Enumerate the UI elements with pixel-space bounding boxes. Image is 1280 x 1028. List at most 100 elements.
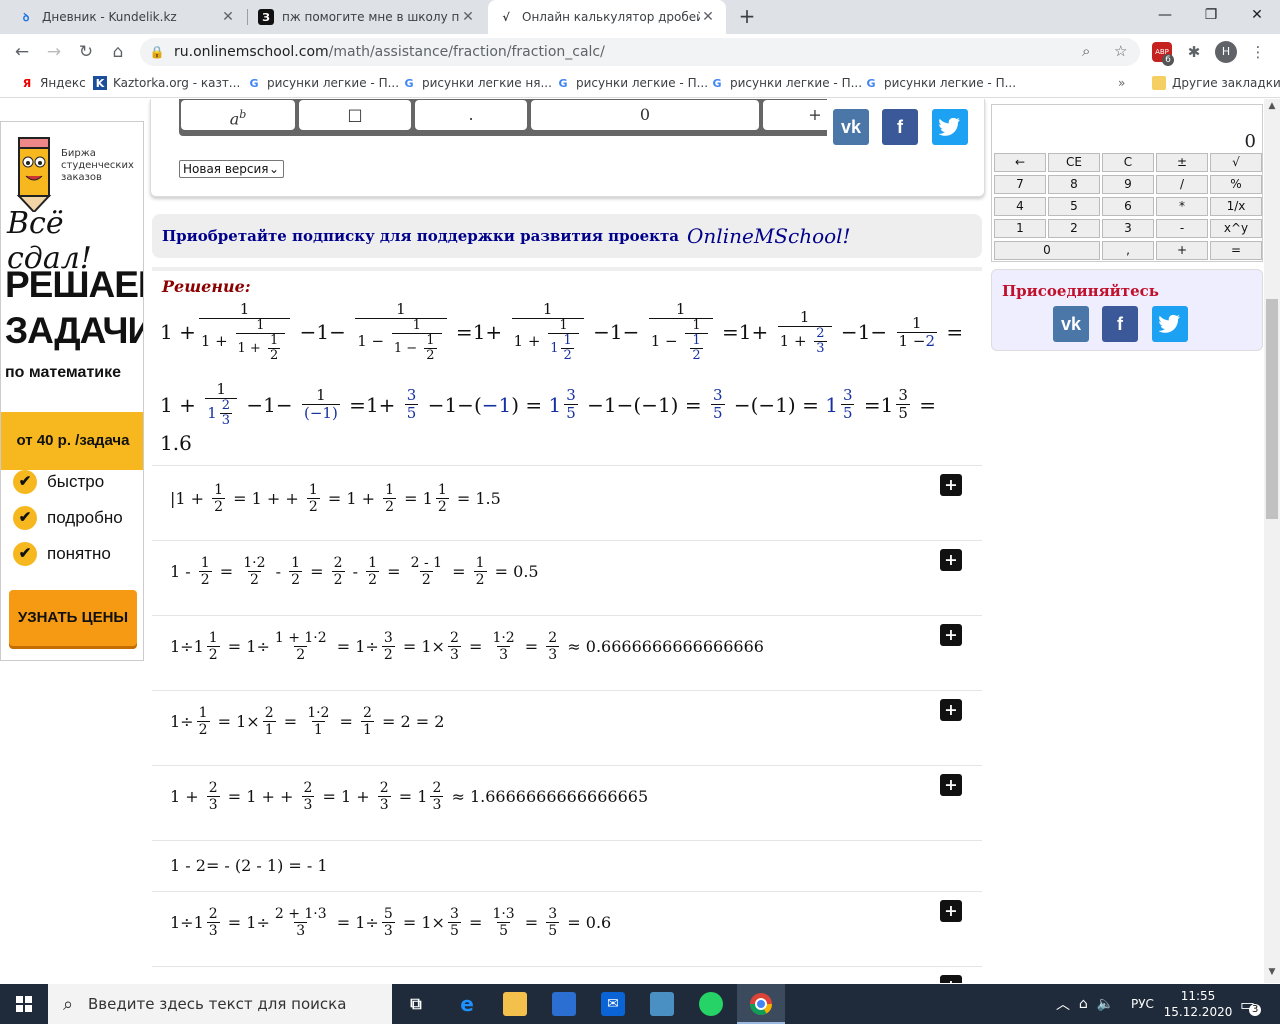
mail-icon[interactable]: ✉ <box>601 992 625 1016</box>
twitter-share-icon[interactable] <box>932 109 968 145</box>
volume-icon[interactable]: 🔈 <box>1097 996 1114 1012</box>
whatsapp-icon[interactable] <box>699 992 723 1016</box>
expand-step-button[interactable]: + <box>940 474 962 496</box>
scrollbar-thumb[interactable] <box>1266 299 1278 519</box>
vk-share-icon[interactable]: vk <box>833 109 869 145</box>
ad-headline-2: ЗАДАЧИ <box>5 310 144 351</box>
address-bar[interactable]: 🔒 ru.onlinemschool.com/math/assistance/f… <box>140 38 1140 66</box>
calc-key[interactable]: 8 <box>1048 175 1100 194</box>
file-explorer-icon[interactable] <box>503 992 527 1016</box>
menu-icon[interactable]: ⋮ <box>1248 42 1268 62</box>
reload-button[interactable]: ↻ <box>74 40 98 64</box>
subscribe-banner[interactable]: Приобретайте подписку для поддержки разв… <box>152 214 982 258</box>
step-equation: 1 - 2= - (2 - 1) = - 1 <box>170 856 328 875</box>
calc-key[interactable]: % <box>1210 175 1262 194</box>
scroll-up-icon[interactable]: ▲ <box>1264 101 1280 111</box>
calc-key[interactable]: + <box>1156 241 1208 260</box>
restore-button[interactable]: ❐ <box>1188 0 1234 30</box>
task-view-icon[interactable]: ⧉ <box>404 992 428 1016</box>
expand-step-button[interactable]: + <box>940 624 962 646</box>
other-bookmarks[interactable]: Другие закладки <box>1152 76 1280 90</box>
zero-key[interactable]: 0 <box>531 100 759 130</box>
version-select[interactable]: Новая версия ⌄ <box>179 160 284 178</box>
box-key[interactable]: □ <box>299 100 411 130</box>
calc-key[interactable]: 4 <box>994 197 1046 216</box>
clock[interactable]: 11:55 15.12.2020 <box>1164 984 1233 1024</box>
tab-fraction-calculator[interactable]: √ Онлайн калькулятор дробей. Вы ✕ <box>488 0 726 34</box>
app-icon[interactable] <box>650 992 674 1016</box>
calc-key[interactable]: = <box>1210 241 1262 260</box>
advertisement-banner[interactable]: Биржа студенческих заказов Всё сдал! РЕШ… <box>0 121 144 661</box>
calc-key[interactable]: √ <box>1210 153 1262 172</box>
chevron-up-icon[interactable]: ︿ <box>1056 994 1070 1014</box>
chrome-taskbar-item[interactable] <box>737 984 785 1024</box>
calc-key[interactable]: * <box>1156 197 1208 216</box>
bookmark-kaztorka[interactable]: K Kaztorka.org - казт... <box>93 76 240 90</box>
calc-key[interactable]: 3 <box>1102 219 1154 238</box>
calc-key[interactable]: 5 <box>1048 197 1100 216</box>
extensions-icon[interactable]: ✱ <box>1184 42 1204 62</box>
expand-step-button[interactable]: + <box>940 774 962 796</box>
decimal-key[interactable]: . <box>415 100 527 130</box>
calc-key[interactable]: CE <box>1048 153 1100 172</box>
ad-cta-button[interactable]: УЗНАТЬ ЦЕНЫ <box>9 590 137 646</box>
calc-key[interactable]: 1/x <box>1210 197 1262 216</box>
bookmark-google-3[interactable]: Gрисунки легкие - П... <box>556 76 708 90</box>
bookmark-google-2[interactable]: Gрисунки легкие ня... <box>402 76 551 90</box>
start-button[interactable] <box>0 984 48 1024</box>
calc-key[interactable]: 2 <box>1048 219 1100 238</box>
calc-key[interactable]: - <box>1156 219 1208 238</box>
calc-key[interactable]: ± <box>1156 153 1208 172</box>
vk-icon[interactable]: vk <box>1053 306 1089 342</box>
tray-icons[interactable]: ︿ ⌂ 🔈 <box>1056 984 1114 1024</box>
bookmark-google-5[interactable]: Gрисунки легкие - П... <box>864 76 1016 90</box>
bookmark-google-4[interactable]: Gрисунки легкие - П... <box>710 76 862 90</box>
calc-key[interactable]: 0 <box>994 241 1100 260</box>
forward-button[interactable]: → <box>42 40 66 64</box>
close-icon[interactable]: ✕ <box>700 9 716 25</box>
store-icon[interactable] <box>552 992 576 1016</box>
expand-step-button[interactable]: + <box>940 699 962 721</box>
new-tab-button[interactable]: + <box>735 5 759 29</box>
back-button[interactable]: ← <box>10 40 34 64</box>
star-icon[interactable]: ☆ <box>1114 42 1127 60</box>
expand-step-button[interactable]: + <box>940 900 962 922</box>
calc-key[interactable]: 1 <box>994 219 1046 238</box>
solution-title: Решение: <box>162 277 251 296</box>
language-indicator[interactable]: РУС <box>1131 984 1154 1024</box>
calc-key[interactable]: 7 <box>994 175 1046 194</box>
facebook-share-icon[interactable]: f <box>882 109 918 145</box>
network-icon[interactable]: ⌂ <box>1079 996 1088 1012</box>
close-icon[interactable]: ✕ <box>460 9 476 25</box>
close-window-button[interactable]: ✕ <box>1234 0 1280 30</box>
search-icon[interactable]: ⌕ <box>1082 42 1090 60</box>
scroll-down-icon[interactable]: ▼ <box>1264 967 1280 977</box>
taskbar-search[interactable]: ⌕ Введите здесь текст для поиска <box>48 984 392 1024</box>
page-scrollbar[interactable]: ▲ ▼ <box>1264 99 1280 983</box>
edge-icon[interactable]: e <box>455 992 479 1016</box>
calc-key[interactable]: / <box>1156 175 1208 194</box>
calc-key[interactable]: 9 <box>1102 175 1154 194</box>
more-bookmarks-icon[interactable]: » <box>1118 76 1125 90</box>
calc-key[interactable]: 6 <box>1102 197 1154 216</box>
minimize-button[interactable]: — <box>1142 0 1188 30</box>
expand-step-button[interactable]: + <box>940 549 962 571</box>
bookmark-google-1[interactable]: Gрисунки легкие - П... <box>247 76 399 90</box>
home-button[interactable]: ⌂ <box>106 40 130 64</box>
expand-step-button[interactable]: + <box>940 975 962 983</box>
facebook-icon[interactable]: f <box>1102 306 1138 342</box>
calc-key[interactable]: x^y <box>1210 219 1262 238</box>
calc-key[interactable]: , <box>1102 241 1154 260</box>
calc-key[interactable]: C <box>1102 153 1154 172</box>
notification-icon[interactable]: ▭ 3 <box>1240 984 1267 1024</box>
profile-avatar[interactable]: H <box>1215 41 1237 63</box>
close-icon[interactable]: ✕ <box>220 9 236 25</box>
tab-kundelik[interactable]: ꝺ Дневник - Kundelik.kz ✕ <box>8 0 246 34</box>
power-key[interactable]: ab <box>181 100 295 130</box>
tab-znanija[interactable]: З пж помогите мне в школу пора ✕ <box>248 0 486 34</box>
extension-badge: 6 <box>1162 54 1174 66</box>
twitter-icon[interactable] <box>1152 306 1188 342</box>
bookmark-yandex[interactable]: Я Яндекс <box>20 76 86 90</box>
calculator-display[interactable]: 0 <box>994 107 1260 151</box>
calc-key[interactable]: ← <box>994 153 1046 172</box>
